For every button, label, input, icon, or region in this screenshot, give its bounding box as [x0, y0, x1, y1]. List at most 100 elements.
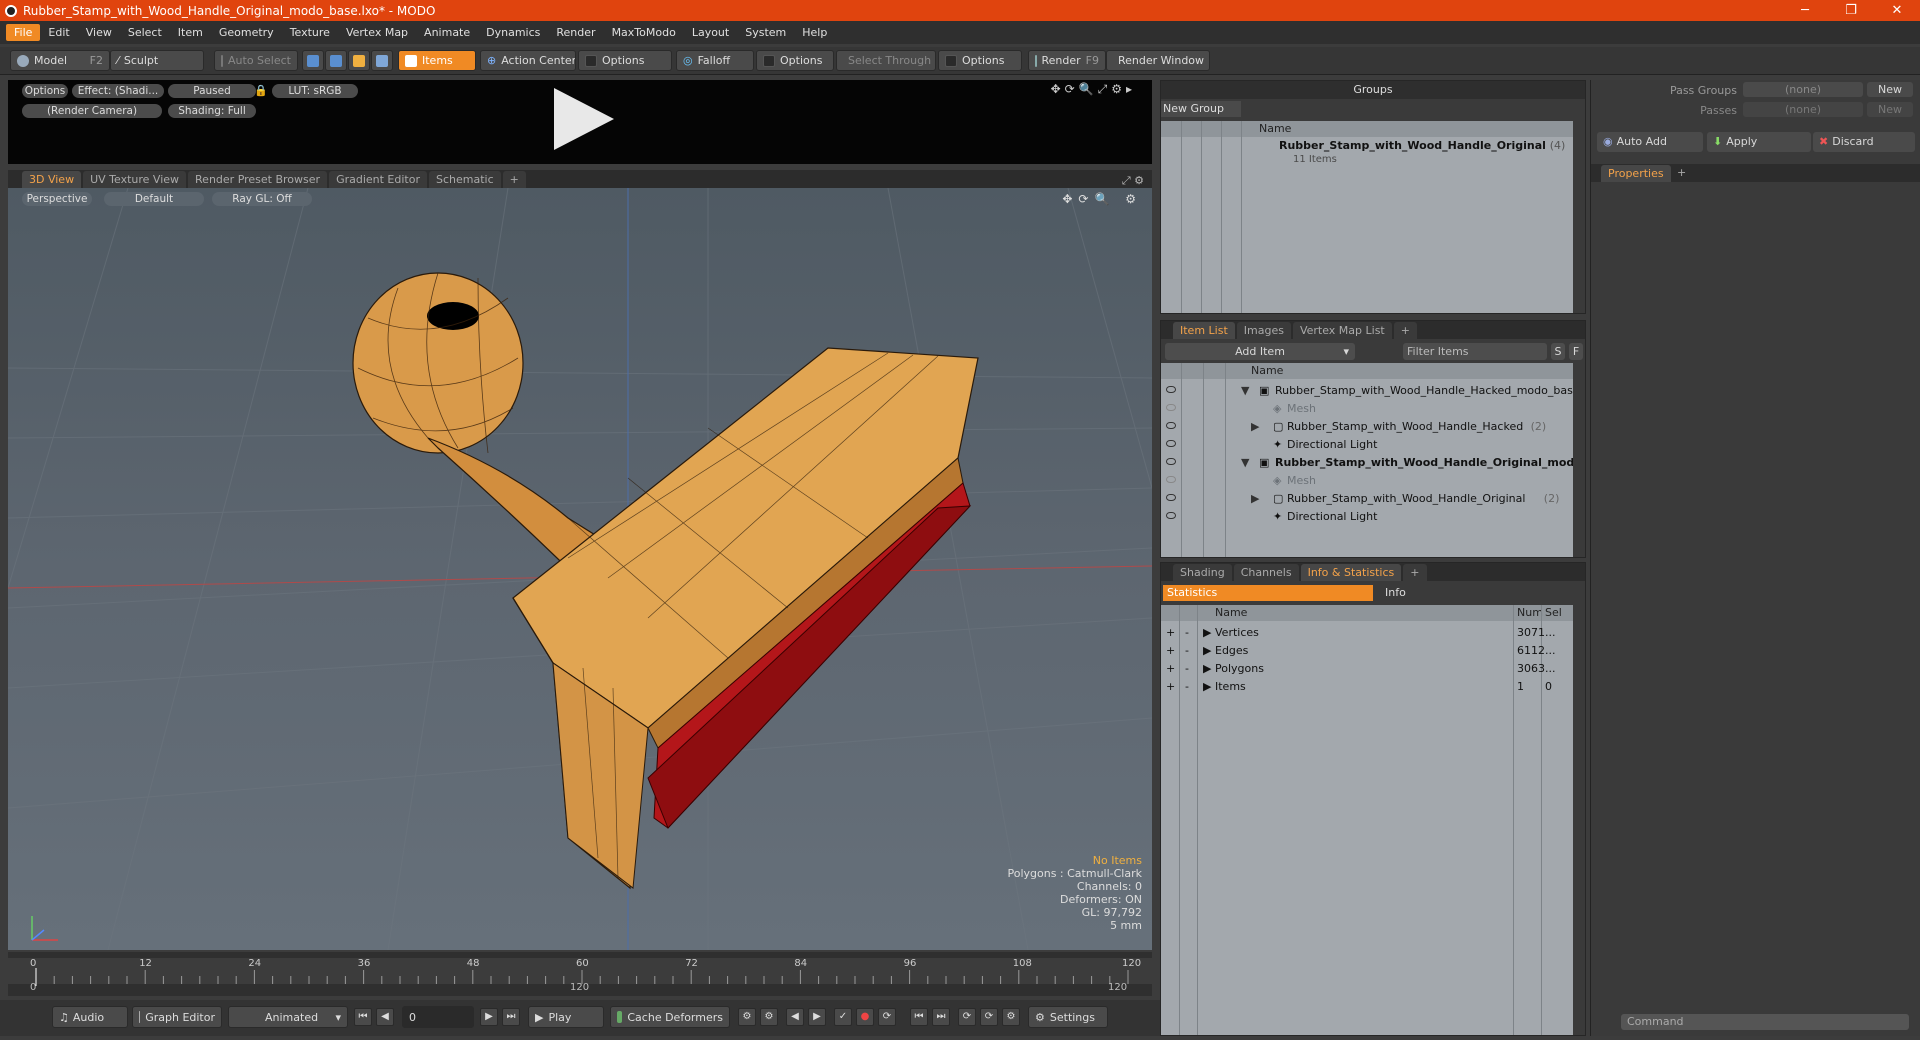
item-list-row[interactable]: ✦ Directional Light — [1161, 435, 1573, 453]
stats-expand-plus[interactable]: + — [1166, 626, 1175, 639]
stats-collapse-minus[interactable]: - — [1185, 680, 1189, 693]
statistics-tab[interactable]: Statistics — [1163, 585, 1373, 601]
expand-arrow-icon[interactable]: ▶ — [1203, 644, 1211, 657]
item-list-row[interactable]: ✦ Directional Light — [1161, 507, 1573, 525]
collapse-arrow-icon[interactable]: ▼ — [1241, 456, 1249, 469]
materials-mode-button[interactable] — [371, 50, 393, 71]
polygons-mode-button[interactable] — [348, 50, 370, 71]
tab-3d-view[interactable]: 3D View — [22, 171, 82, 188]
expand-arrow-icon[interactable]: ▶ — [1203, 626, 1211, 639]
vertices-mode-button[interactable] — [302, 50, 324, 71]
edges-mode-button[interactable] — [325, 50, 347, 71]
tab-vertex-map-list[interactable]: Vertex Map List — [1292, 322, 1392, 339]
tab-gradient-editor[interactable]: Gradient Editor — [329, 171, 427, 188]
key-mode-button[interactable]: ⟳ — [878, 1008, 896, 1026]
minimize-button[interactable]: ─ — [1782, 3, 1828, 18]
item-list-row[interactable]: ▼ ▣ Rubber_Stamp_with_Wood_Handle_Original… — [1161, 453, 1573, 471]
shading-dropdown[interactable]: Shading: Full — [168, 104, 256, 118]
new-pass-button[interactable]: New — [1867, 102, 1913, 117]
prev-key-button[interactable]: ◀ — [786, 1008, 804, 1026]
set-key-button[interactable]: ✓ — [834, 1008, 852, 1026]
preview-options-button[interactable]: Options — [22, 84, 68, 98]
preview-effect-dropdown[interactable]: Effect: (Shadi... — [72, 84, 164, 98]
visibility-eye-icon[interactable] — [1166, 476, 1176, 483]
sync-button[interactable]: ⟳ — [980, 1008, 998, 1026]
pass-groups-dropdown[interactable]: (none) — [1743, 82, 1863, 97]
stats-row[interactable]: + - ▶ Polygons 3063... — [1161, 659, 1573, 677]
stats-row[interactable]: + - ▶ Items 1 0 — [1161, 677, 1573, 695]
audio-button[interactable]: ♫ Audio — [52, 1006, 128, 1028]
menu-animate[interactable]: Animate — [416, 24, 478, 41]
prev-frame-button[interactable]: ⏮ — [910, 1008, 928, 1026]
menu-layout[interactable]: Layout — [684, 24, 737, 41]
perspective-dropdown[interactable]: Perspective — [22, 192, 92, 206]
menu-system[interactable]: System — [737, 24, 794, 41]
group-item-name[interactable]: Rubber_Stamp_with_Wood_Handle_Original (… — [1279, 139, 1565, 152]
menu-dynamics[interactable]: Dynamics — [478, 24, 548, 41]
falloff-options-button[interactable]: Options — [756, 50, 834, 71]
tab-item-list[interactable]: Item List — [1173, 322, 1235, 339]
new-pass-group-button[interactable]: New — [1867, 82, 1913, 97]
record-button[interactable]: ● — [856, 1008, 874, 1026]
next-key-button[interactable]: ▶ — [808, 1008, 826, 1026]
visibility-eye-icon[interactable] — [1166, 512, 1176, 519]
stats-collapse-minus[interactable]: - — [1185, 626, 1189, 639]
lut-dropdown[interactable]: LUT: sRGB — [272, 84, 358, 98]
tab-images[interactable]: Images — [1236, 322, 1291, 339]
fps-button[interactable]: ⚙ — [1002, 1008, 1020, 1026]
3d-viewport[interactable]: Perspective Default Ray GL: Off ✥⟳🔍 ⚙ No… — [8, 188, 1152, 950]
tab-schematic[interactable]: Schematic — [429, 171, 501, 188]
visibility-eye-icon[interactable] — [1166, 494, 1176, 501]
discard-button[interactable]: ✖ Discard — [1813, 132, 1915, 152]
tab-channels[interactable]: Channels — [1233, 564, 1299, 581]
add-item-dropdown[interactable]: Add Item ▾ — [1165, 343, 1355, 360]
action-center-options-button[interactable]: Options — [578, 50, 672, 71]
graph-editor-button[interactable]: Graph Editor — [132, 1006, 222, 1028]
auto-select-button[interactable]: Auto Select — [214, 50, 298, 71]
add-tab-button[interactable]: + — [1677, 166, 1686, 179]
item-list-row[interactable]: ▶ ▢ Rubber_Stamp_with_Wood_Handle_Original… — [1161, 489, 1573, 507]
restore-button[interactable]: ❐ — [1828, 3, 1874, 18]
items-mode-button[interactable]: Items — [398, 50, 476, 71]
key-all-icon[interactable]: ⚙ — [760, 1008, 778, 1026]
cache-deformers-button[interactable]: Cache Deformers — [610, 1006, 730, 1028]
select-through-button[interactable]: Select Through — [836, 50, 936, 71]
camera-dropdown[interactable]: (Render Camera) — [22, 104, 162, 118]
visibility-eye-icon[interactable] — [1166, 386, 1176, 393]
raygl-toggle[interactable]: Ray GL: Off — [212, 192, 312, 206]
next-frame-button[interactable]: ⏭ — [932, 1008, 950, 1026]
render-window-button[interactable]: Render Window — [1106, 50, 1210, 71]
passes-dropdown[interactable]: (none) — [1743, 102, 1863, 117]
filter-s-button[interactable]: S — [1551, 343, 1565, 360]
falloff-button[interactable]: ◎ Falloff — [676, 50, 754, 71]
lock-icon[interactable]: 🔒 — [254, 84, 268, 97]
key-icon[interactable]: ⚙ — [738, 1008, 756, 1026]
add-tab-button[interactable]: + — [1393, 322, 1417, 339]
settings-button[interactable]: ⚙ Settings — [1028, 1006, 1108, 1028]
add-tab-button[interactable]: + — [1403, 564, 1427, 581]
menu-help[interactable]: Help — [794, 24, 835, 41]
item-list-row[interactable]: ▼ ▣ Rubber_Stamp_with_Wood_Handle_Hacked_m… — [1161, 381, 1573, 399]
stats-expand-plus[interactable]: + — [1166, 662, 1175, 675]
timeline[interactable]: 0 12 24 36 48 60 72 84 96 108 120 0 120 120 — [8, 952, 1152, 996]
tab-render-preset-browser[interactable]: Render Preset Browser — [188, 171, 328, 188]
step-forward-button[interactable]: ▶ — [480, 1008, 498, 1026]
go-end-button[interactable]: ⏭ — [502, 1008, 520, 1026]
visibility-eye-icon[interactable] — [1166, 404, 1176, 411]
visibility-eye-icon[interactable] — [1166, 422, 1176, 429]
menu-render[interactable]: Render — [548, 24, 603, 41]
stats-expand-plus[interactable]: + — [1166, 644, 1175, 657]
apply-button[interactable]: ⬇ Apply — [1707, 132, 1811, 152]
frame-input[interactable]: 0 — [402, 1006, 474, 1028]
new-group-button[interactable]: New Group — [1161, 101, 1241, 117]
shading-style-dropdown[interactable]: Default — [104, 192, 204, 206]
viewport-expand-icon[interactable]: ⤢ ⚙ — [1122, 174, 1144, 188]
item-list-row[interactable]: ◈ Mesh — [1161, 399, 1573, 417]
expand-arrow-icon[interactable]: ▶ — [1251, 492, 1259, 505]
collapse-arrow-icon[interactable]: ▼ — [1241, 384, 1249, 397]
item-list-row[interactable]: ◈ Mesh — [1161, 471, 1573, 489]
stats-row[interactable]: + - ▶ Edges 6112... — [1161, 641, 1573, 659]
menu-file[interactable]: File — [6, 24, 41, 41]
expand-arrow-icon[interactable]: ▶ — [1203, 662, 1211, 675]
sculpt-mode-button[interactable]: ⁄ Sculpt — [110, 50, 204, 71]
